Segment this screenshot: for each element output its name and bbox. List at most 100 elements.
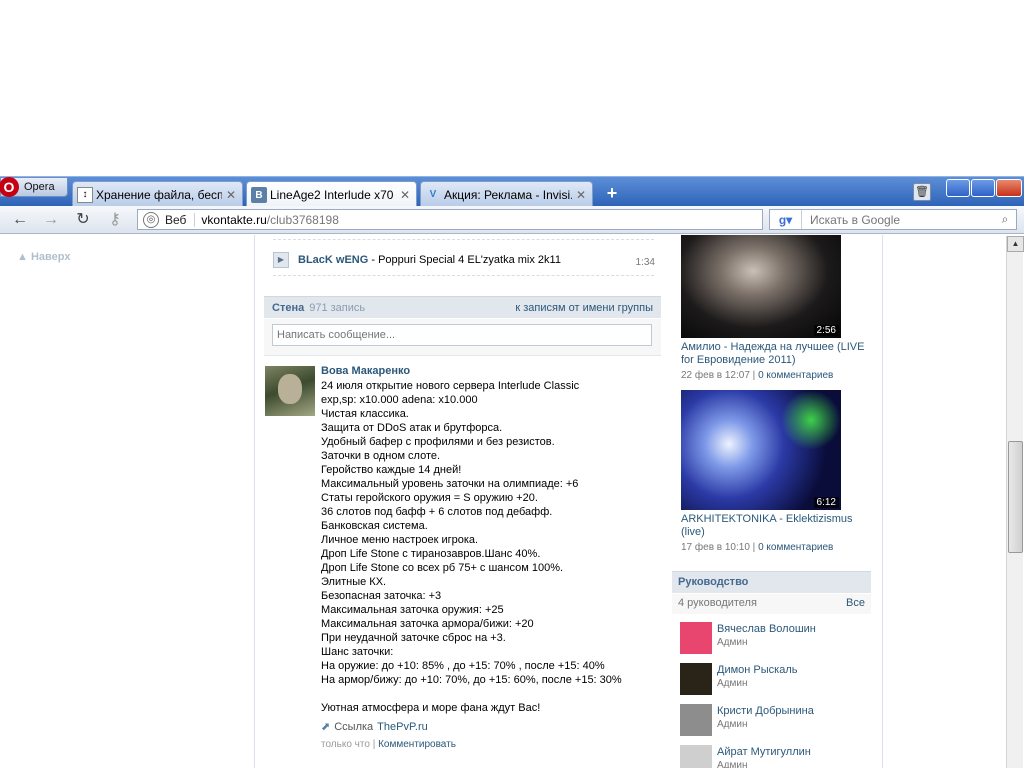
search-icon[interactable]: ⌕ [994,212,1016,227]
post-line: На оружие: до +10: 85% , до +15: 70% , п… [321,660,605,672]
post-line: Статы геройского оружия = S оружию +20. [321,492,538,504]
maximize-button[interactable] [971,179,995,197]
post-line: Заточки в одном слоте. [321,450,441,462]
new-tab-button[interactable]: + [602,183,622,203]
leader-name[interactable]: Айрат Мутигуллин [717,746,811,758]
tab-file-storage[interactable]: ↕ Хранение файла, беспл... ✕ [72,181,243,207]
post-body: Вова Макаренко 24 июля открытие нового с… [321,363,661,750]
leader-item: Вячеслав Волошин Админ [680,622,870,656]
audio-track[interactable]: ▶ BLacK wENG - Poppuri Special 4 EL'zyat… [273,249,663,271]
opera-menu-button[interactable]: O Opera [0,177,68,197]
avatar[interactable] [680,704,712,736]
trash-icon[interactable]: 🗑 [913,183,931,201]
wall-title[interactable]: Стена [272,302,304,314]
post-text: 24 июля открытие нового сервера Interlud… [321,379,661,715]
post-line: Безопасная заточка: +3 [321,590,442,602]
audio-title: Poppuri Special 4 EL'zyatka mix 2k11 [378,254,561,266]
divider [254,235,255,768]
audio-duration: 1:34 [635,257,655,268]
leader-role: Админ [717,760,748,768]
vk-icon: B [251,187,267,203]
group-posts-link[interactable]: к записям от имени группы [515,302,653,314]
video-item: 6:12 ARKHITEKTONIKA - Eklektizismus (liv… [681,390,853,553]
globe-icon: ◎ [143,211,159,228]
address-path: /club3768198 [266,212,339,227]
scrollbar-thumb[interactable] [1008,441,1023,553]
post-author[interactable]: Вова Макаренко [321,363,661,379]
search-input[interactable] [802,212,994,227]
play-icon[interactable]: ▶ [273,252,289,268]
avatar[interactable] [265,366,315,416]
leadership-count: 4 руководителя [678,597,757,609]
post-line: Максимальная заточка армора/бижи: +20 [321,618,534,630]
avatar[interactable] [680,663,712,695]
post-line: 24 июля открытие нового сервера Interlud… [321,380,580,392]
leader-role: Админ [717,719,748,730]
post-line: Максимальный уровень заточки на олимпиад… [321,478,579,490]
opera-logo-icon: O [0,177,19,197]
back-arrow-icon[interactable]: ← [9,210,31,230]
wave-icon: ↕ [77,186,93,203]
close-icon[interactable]: ✕ [226,188,236,202]
post-line: Максимальная заточка оружия: +25 [321,604,504,616]
vertical-scrollbar[interactable]: ▲ [1006,236,1024,768]
search-box: g▾ ⌕ [769,209,1017,230]
back-to-top-link[interactable]: ▲ Наверх [17,251,70,263]
post-meta: только что | Комментировать [321,739,661,750]
leader-item: Димон Рыскаль Админ [680,663,870,697]
google-icon[interactable]: g▾ [770,210,802,229]
video-meta: 17 фев в 10:10 | 0 комментариев [681,542,834,553]
avatar[interactable] [680,745,712,768]
avatar[interactable] [680,622,712,654]
leader-role: Админ [717,637,748,648]
tab-title: LineAge2 Interlude x70 ... [270,188,396,202]
page-content: ▲ Наверх ▶ BLacK wENG - Poppuri Special … [0,235,1024,768]
scroll-up-icon[interactable]: ▲ [1007,236,1024,252]
video-title[interactable]: Амилио - Надежда на лучшее (LIVE for Евр… [681,341,871,367]
close-icon[interactable]: ✕ [400,188,410,202]
video-title[interactable]: ARKHITEKTONIKA - Eklektizismus (live) [681,513,871,539]
post-line: Удобный бафер с профилями и без резистов… [321,436,555,448]
post-line: Шанс заточки: [321,646,394,658]
forward-arrow-icon[interactable]: → [40,210,62,230]
address-field[interactable]: ◎ Веб vkontakte.ru /club3768198 [137,209,763,230]
all-leaders-link[interactable]: Все [846,597,865,611]
link-label: Ссылка [334,720,374,733]
audio-artist[interactable]: BLacK wENG [298,254,368,266]
leader-name[interactable]: Димон Рыскаль [717,664,797,676]
post-line: Дроп Life Stone с тиранозавров.Шанс 40%. [321,548,541,560]
tab-lineage2[interactable]: B LineAge2 Interlude x70 ... ✕ [246,181,417,208]
reload-icon[interactable]: ↻ [72,210,94,230]
post-line: Геройство каждые 14 дней! [321,464,462,476]
message-input[interactable] [272,324,652,346]
video-date: 22 фев в 12:07 [681,370,750,381]
leader-item: Айрат Мутигуллин Админ [680,745,870,768]
close-window-button[interactable] [996,179,1022,197]
post-link: ⬈ Ссылка ThePvP.ru [321,720,661,734]
post-line: Защита от DDoS атак и брутфорса. [321,422,503,434]
divider [273,239,654,240]
post-time: только что [321,739,370,750]
close-icon[interactable]: ✕ [576,188,586,202]
link-url[interactable]: ThePvP.ru [377,721,428,733]
leadership-header[interactable]: Руководство [672,571,871,593]
wall-composer [264,319,661,356]
video-comments-link[interactable]: 0 комментариев [758,542,833,553]
tab-title: Хранение файла, беспл... [96,187,222,202]
leader-name[interactable]: Вячеслав Волошин [717,623,816,635]
post-line: Личное меню настроек игрока. [321,534,479,546]
minimize-button[interactable] [946,179,970,197]
comment-link[interactable]: Комментировать [378,739,456,750]
video-thumbnail[interactable]: 2:56 [681,235,841,338]
post-line: На армор/бижу: до +10: 70%, до +15: 60%,… [321,674,622,686]
tab-bar: O Opera ↕ Хранение файла, беспл... ✕ B L… [0,176,1024,208]
video-thumbnail[interactable]: 6:12 [681,390,841,510]
tab-promo[interactable]: V Акция: Реклама - Invisi... ✕ [420,181,593,207]
leader-name[interactable]: Кристи Добрынина [717,705,814,717]
leadership-subheader: 4 руководителя Все [672,594,871,614]
blank-area [0,0,1024,176]
address-host: vkontakte.ru [201,212,267,227]
video-comments-link[interactable]: 0 комментариев [758,370,833,381]
key-icon[interactable]: ⚷ [104,210,126,230]
link-icon: ⬈ [321,721,331,733]
